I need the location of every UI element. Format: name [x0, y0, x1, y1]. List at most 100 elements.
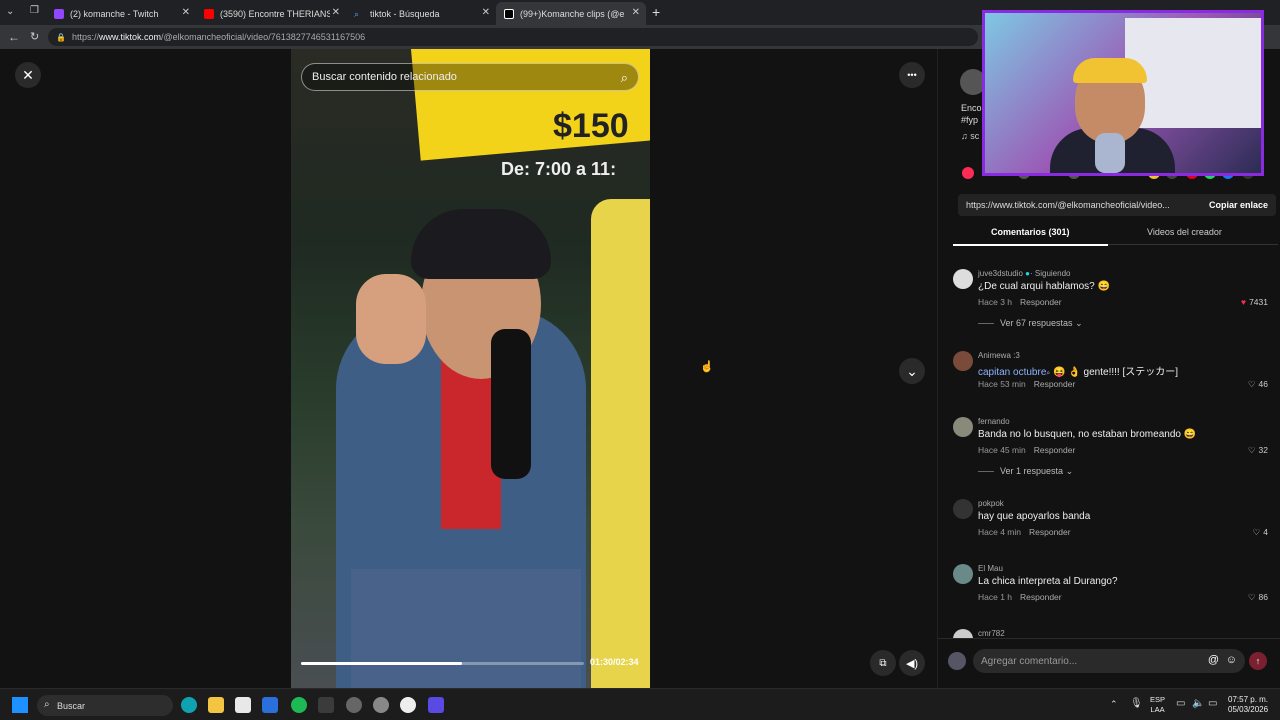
view-replies-button[interactable]: Ver 67 respuestas ⌄ [978, 318, 1083, 329]
taskbar-clock[interactable]: 07:57 p. m. 05/03/2026 [1228, 695, 1268, 715]
user-avatar[interactable] [948, 652, 966, 670]
comment-user[interactable]: juve3dstudio ●· Siguiendo [978, 269, 1070, 278]
send-button[interactable]: ↑ [1249, 652, 1267, 670]
avatar[interactable] [953, 351, 973, 371]
comment-text: hay que apoyarlos banda [978, 511, 1091, 522]
heart-outline-icon: ♡ [1247, 445, 1256, 455]
reload-icon[interactable]: ↻ [30, 30, 39, 43]
file-explorer-icon[interactable] [208, 697, 224, 713]
reply-button[interactable]: Responder [1029, 527, 1071, 537]
video-time: 01:30/02:34 [590, 657, 639, 667]
share-link-field[interactable]: https://www.tiktok.com/@elkomancheoficia… [958, 194, 1276, 216]
reply-button[interactable]: Responder [1020, 592, 1062, 602]
comment-username[interactable]: pokpok [978, 499, 1004, 508]
back-icon[interactable]: ← [8, 30, 20, 44]
mail-icon[interactable] [262, 697, 278, 713]
comment-username[interactable]: Animewa :3 [978, 351, 1020, 360]
close-tab-icon[interactable]: ✕ [632, 7, 640, 18]
comment-username[interactable]: cmr782 [978, 629, 1005, 638]
comment-meta: Hace 1 h Responder [978, 592, 1062, 602]
video-progress-fill [301, 662, 463, 665]
app-icon[interactable] [428, 697, 444, 713]
url-prefix: https:// [71, 32, 99, 42]
tray-chevron-icon[interactable]: ⌃ [1110, 699, 1118, 710]
comment-composer: Agregar comentario... @ ☺ ↑ [938, 638, 1280, 688]
video-interviewer [591, 199, 650, 688]
store-icon[interactable] [235, 697, 251, 713]
volume-icon[interactable]: ◀) [899, 650, 925, 676]
search-icon[interactable]: ⌕ [621, 70, 628, 86]
close-tab-icon[interactable]: ✕ [182, 7, 190, 18]
avatar[interactable] [953, 499, 973, 519]
comment-likes[interactable]: ♡ 32 [1248, 445, 1268, 456]
search-icon: ⌕ [44, 699, 50, 710]
tab-comments[interactable]: Comentarios (301) [991, 227, 1070, 237]
spotify-icon[interactable] [291, 697, 307, 713]
tab-list-icon[interactable]: ⌄ [6, 6, 14, 17]
more-options-icon[interactable]: ••• [899, 62, 925, 88]
avatar[interactable] [953, 417, 973, 437]
comment-likes[interactable]: ♥ 7431 [1241, 297, 1268, 307]
battery-icon[interactable]: ▭ [1208, 698, 1217, 709]
close-tab-icon[interactable]: ✕ [482, 7, 490, 18]
tab-tiktok-video[interactable]: (99+)Komanche clips (@elkom ✕ [496, 2, 646, 25]
workspaces-icon[interactable]: ❐ [30, 5, 39, 16]
comment-meta: Hace 3 h Responder [978, 297, 1062, 307]
network-icon[interactable]: ▭ [1176, 698, 1185, 709]
related-search-input[interactable]: Buscar contenido relacionado ⌕ [301, 63, 639, 91]
related-search-placeholder: Buscar contenido relacionado [312, 71, 457, 83]
tab-twitch[interactable]: (2) komanche - Twitch ✕ [46, 2, 196, 25]
xbox-icon[interactable] [318, 697, 334, 713]
video-player[interactable]: $150 De: 7:00 a 11: [291, 49, 650, 688]
obs-icon[interactable] [346, 697, 362, 713]
close-tab-icon[interactable]: ✕ [332, 7, 340, 18]
video-music[interactable]: ♫ sc [961, 131, 979, 141]
tab-tiktok-search[interactable]: ⌕ tiktok - Búsqueda ✕ [346, 2, 496, 25]
reply-button[interactable]: Responder [1034, 379, 1076, 389]
settings-icon[interactable] [373, 697, 389, 713]
comment-mention[interactable]: capitan octubre [978, 367, 1046, 378]
tab-youtube[interactable]: (3590) Encontre THERIANS en MC ✕ [196, 2, 346, 25]
volume-icon[interactable]: 🔈 [1192, 698, 1204, 709]
comment-likes[interactable]: ♡ 46 [1248, 379, 1268, 390]
tab-title: tiktok - Búsqueda [370, 8, 440, 19]
url-input[interactable]: 🔒 https://www.tiktok.com/@elkomancheofic… [48, 28, 978, 46]
new-tab-button[interactable]: + [652, 4, 660, 20]
comment-meta: Hace 45 min Responder [978, 445, 1075, 455]
avatar[interactable] [953, 564, 973, 584]
copy-link-button[interactable]: Copiar enlace [1209, 200, 1268, 210]
taskbar-search-input[interactable]: ⌕ Buscar [37, 695, 173, 716]
microphone-icon[interactable]: 🎙 [1130, 698, 1143, 709]
comment-likes[interactable]: ♡ 86 [1248, 592, 1268, 603]
input-language[interactable]: ESP LAA [1150, 695, 1165, 715]
next-video-icon[interactable]: ⌄ [899, 358, 925, 384]
windows-start-icon[interactable] [12, 697, 28, 713]
comment-text: ¿De cual arqui hablamos? 😄 [978, 281, 1110, 292]
video-person-hair [411, 209, 551, 279]
video-hashtag[interactable]: #fyp [961, 115, 978, 125]
reply-button[interactable]: Responder [1020, 297, 1062, 307]
view-replies-button[interactable]: Ver 1 respuesta ⌄ [978, 466, 1073, 477]
tab-title: (99+)Komanche clips (@elkom [520, 8, 625, 19]
video-progress-bar[interactable] [301, 662, 584, 665]
reply-button[interactable]: Responder [1034, 445, 1076, 455]
emoji-icon[interactable]: ☺ [1226, 654, 1237, 666]
media-player-icon[interactable] [400, 697, 416, 713]
video-person-hand [356, 274, 426, 364]
url-path: /@elkomancheoficial/video/76138277465311… [161, 32, 366, 42]
mention-icon[interactable]: @ [1208, 654, 1219, 666]
comment-username[interactable]: El Mau [978, 564, 1003, 573]
edge-icon[interactable] [181, 697, 197, 713]
comment-text: Banda no lo busquen, no estaban bromeand… [978, 429, 1197, 440]
tab-creator-videos[interactable]: Videos del creador [1147, 227, 1222, 237]
close-icon[interactable]: ✕ [15, 62, 41, 88]
comment-username[interactable]: fernando [978, 417, 1010, 426]
avatar[interactable] [953, 269, 973, 289]
picture-in-picture-icon[interactable]: ⧉ [870, 650, 896, 676]
comment-likes[interactable]: ♡ 4 [1253, 527, 1268, 538]
like-count: 46 [1258, 379, 1268, 389]
heart-outline-icon: ♡ [1247, 379, 1256, 389]
comment-input[interactable]: Agregar comentario... @ ☺ [973, 649, 1245, 673]
like-icon[interactable] [962, 167, 974, 179]
video-stage: ✕ $150 De: 7:00 a 11: Buscar contenido r… [0, 49, 937, 688]
